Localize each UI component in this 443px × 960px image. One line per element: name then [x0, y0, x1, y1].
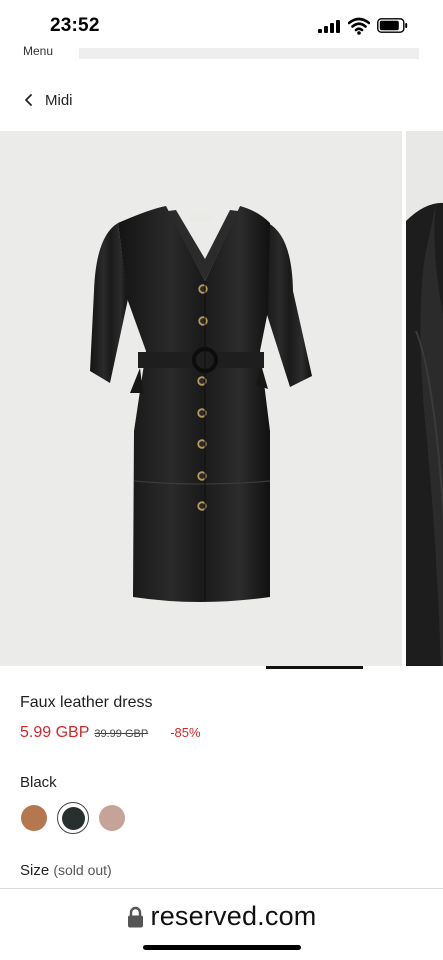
product-image-next[interactable]	[406, 131, 443, 666]
lock-icon	[127, 906, 143, 927]
color-swatches	[18, 802, 135, 834]
price-row: 5.99 GBP 39.99 GBP -85%	[20, 724, 201, 742]
sale-price: 5.99 GBP	[20, 724, 90, 741]
battery-icon	[377, 18, 408, 33]
color-swatch-black[interactable]	[57, 802, 89, 834]
gallery-position-indicator	[266, 666, 363, 669]
original-price: 39.99 GBP	[94, 728, 149, 740]
size-sold-out-note: (sold out)	[53, 862, 112, 878]
size-label: Size	[20, 862, 54, 879]
wifi-icon	[348, 17, 370, 35]
swatch-pink-beige-fill	[99, 805, 125, 831]
discount-badge: -85%	[170, 725, 201, 740]
color-swatch-tan[interactable]	[18, 802, 50, 834]
url-text[interactable]: reserved.com	[151, 901, 317, 932]
top-menu-row: Menu	[0, 42, 443, 68]
product-image-main[interactable]	[0, 131, 402, 666]
chevron-left-icon[interactable]	[22, 93, 36, 107]
breadcrumb-label[interactable]: Midi	[45, 92, 73, 109]
size-selector[interactable]: Size (sold out)	[20, 862, 112, 879]
swatch-black-fill	[61, 806, 85, 830]
browser-address-bar[interactable]: reserved.com	[0, 888, 443, 960]
home-indicator[interactable]	[143, 945, 301, 950]
url-display[interactable]: reserved.com	[0, 901, 443, 932]
status-time: 23:52	[50, 15, 100, 36]
status-bar: 23:52	[0, 0, 443, 46]
selected-color-label: Black	[20, 774, 57, 791]
color-swatch-pink-beige[interactable]	[96, 802, 128, 834]
product-name: Faux leather dress	[20, 694, 153, 711]
swatch-tan-fill	[21, 805, 47, 831]
dress-image	[90, 206, 312, 602]
menu-button[interactable]: Menu	[23, 44, 53, 58]
breadcrumb[interactable]: Midi	[22, 88, 73, 112]
product-image-gallery[interactable]	[0, 131, 443, 666]
menu-search-bar[interactable]	[79, 48, 419, 59]
cellular-signal-icon	[318, 20, 340, 33]
dress-image-closeup	[406, 202, 443, 666]
